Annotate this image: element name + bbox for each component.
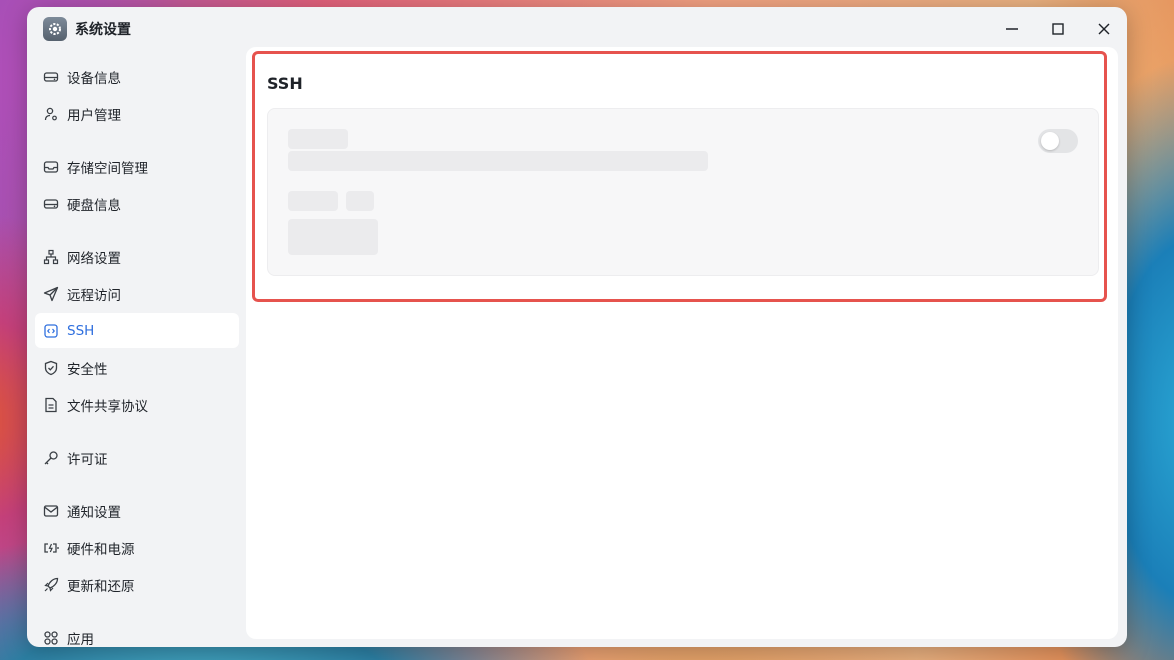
sidebar-item-label: SSH [67,322,95,339]
sidebar-item-label: 硬件和电源 [67,541,135,558]
main-content: SSH [246,47,1118,639]
sidebar-item-label: 许可证 [67,451,108,468]
minimize-button[interactable] [997,15,1027,43]
sidebar-item-label: 应用 [67,631,94,648]
sidebar: 设备信息 用户管理 存储空间管理 硬盘信息 网络设置 远程访问 SSH 安全性 … [27,51,245,647]
close-icon [1098,23,1110,35]
toggle-knob [1041,132,1059,150]
sidebar-item-label: 远程访问 [67,287,121,304]
file-icon [42,396,60,414]
loading-placeholder [346,191,374,211]
sidebar-item-network-settings[interactable]: 网络设置 [35,239,239,274]
maximize-icon [1052,23,1064,35]
rocket-icon [42,576,60,594]
hard-disk-icon [42,195,60,213]
sidebar-item-label: 存储空间管理 [67,160,148,177]
sidebar-item-license[interactable]: 许可证 [35,440,239,475]
loading-placeholder [288,191,338,211]
minimize-icon [1006,28,1018,30]
section-title: SSH [267,74,303,93]
sidebar-item-disk-info[interactable]: 硬盘信息 [35,186,239,221]
inbox-storage-icon [42,158,60,176]
mail-icon [42,502,60,520]
shield-icon [42,359,60,377]
settings-window: 系统设置 设备信息 用户管理 存储空间管理 硬盘信息 网络设置 远程访问 SSH… [27,7,1127,647]
sidebar-item-device-info[interactable]: 设备信息 [35,59,239,94]
sidebar-item-label: 硬盘信息 [67,197,121,214]
sidebar-item-label: 安全性 [67,361,108,378]
ssh-settings-card [267,108,1099,276]
sidebar-item-storage-management[interactable]: 存储空间管理 [35,149,239,184]
loading-placeholder [288,151,708,171]
loading-placeholder [288,219,378,255]
sidebar-item-remote-access[interactable]: 远程访问 [35,276,239,311]
battery-charging-icon [42,539,60,557]
sidebar-item-label: 文件共享协议 [67,398,148,415]
sidebar-item-ssh[interactable]: SSH [35,313,239,348]
settings-gear-icon [43,17,67,41]
code-icon [42,322,60,340]
sidebar-item-security[interactable]: 安全性 [35,350,239,385]
sidebar-item-user-management[interactable]: 用户管理 [35,96,239,131]
close-button[interactable] [1089,15,1119,43]
sidebar-item-label: 设备信息 [67,70,121,87]
maximize-button[interactable] [1043,15,1073,43]
loading-placeholder [288,129,348,149]
sidebar-item-notification-settings[interactable]: 通知设置 [35,493,239,528]
sidebar-item-apps[interactable]: 应用 [35,620,239,647]
hard-drive-icon [42,68,60,86]
sidebar-item-label: 更新和还原 [67,578,135,595]
sidebar-item-label: 网络设置 [67,250,121,267]
title-bar: 系统设置 [27,7,1127,51]
sidebar-item-file-sharing[interactable]: 文件共享协议 [35,387,239,422]
sidebar-item-update-restore[interactable]: 更新和还原 [35,567,239,602]
network-icon [42,248,60,266]
sidebar-item-label: 用户管理 [67,107,121,124]
ssh-toggle[interactable] [1038,129,1078,153]
window-title: 系统设置 [75,22,131,38]
grid-apps-icon [42,629,60,647]
user-settings-icon [42,105,60,123]
send-icon [42,285,60,303]
key-icon [42,449,60,467]
sidebar-item-hardware-power[interactable]: 硬件和电源 [35,530,239,565]
sidebar-item-label: 通知设置 [67,504,121,521]
